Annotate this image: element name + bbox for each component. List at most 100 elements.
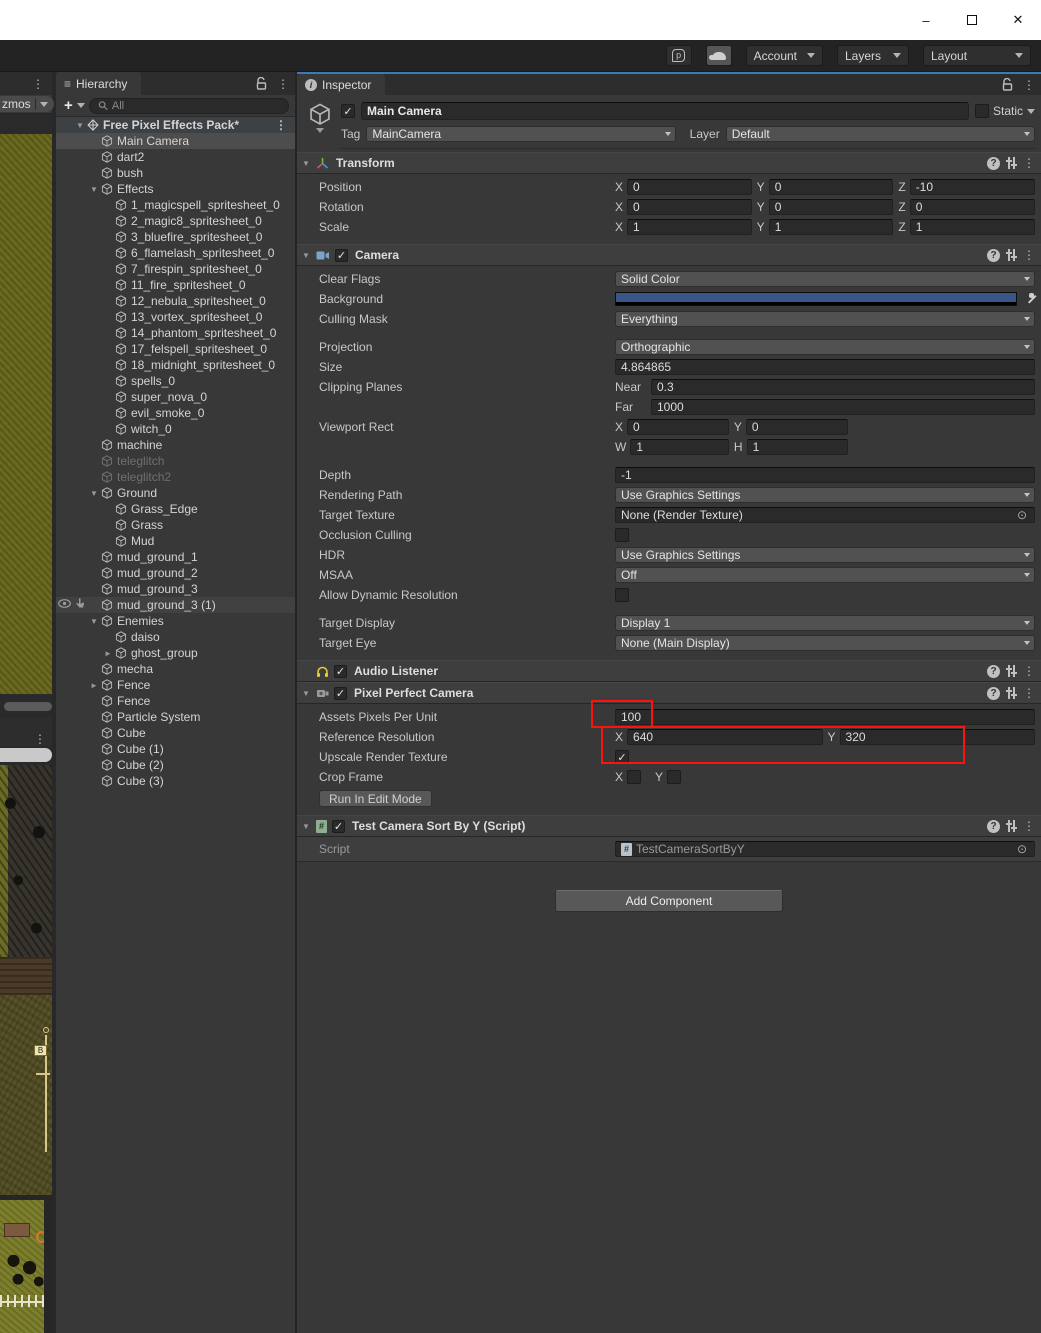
hierarchy-item[interactable]: dart2 xyxy=(56,149,295,165)
hdr-dropdown[interactable]: Use Graphics Settings xyxy=(615,547,1035,563)
hierarchy-item[interactable]: mud_ground_3 xyxy=(56,581,295,597)
hierarchy-item[interactable]: 11_fire_spritesheet_0 xyxy=(56,277,295,293)
scale-x-field[interactable]: 1 xyxy=(627,219,752,235)
rotation-x-field[interactable]: 0 xyxy=(627,199,752,215)
component-enabled-checkbox[interactable]: ✓ xyxy=(334,665,347,678)
hierarchy-item[interactable]: ▼Enemies xyxy=(56,613,295,629)
hierarchy-item[interactable]: 17_felspell_spritesheet_0 xyxy=(56,341,295,357)
hierarchy-item[interactable]: 13_vortex_spritesheet_0 xyxy=(56,309,295,325)
foldout-icon[interactable]: ► xyxy=(88,681,100,690)
msaa-dropdown[interactable]: Off xyxy=(615,567,1035,583)
kebab-menu-icon[interactable]: ⋮ xyxy=(1023,78,1035,92)
far-clip-field[interactable]: 1000 xyxy=(651,399,1035,415)
chevron-down-icon[interactable] xyxy=(77,103,85,108)
occlusion-checkbox[interactable] xyxy=(615,528,629,542)
foldout-icon[interactable]: ▼ xyxy=(88,489,100,498)
kebab-menu-icon[interactable]: ⋮ xyxy=(1023,156,1035,170)
kebab-menu-icon[interactable]: ⋮ xyxy=(1023,686,1035,700)
hierarchy-item[interactable]: mud_ground_3 (1) xyxy=(56,597,295,613)
hierarchy-item[interactable]: evil_smoke_0 xyxy=(56,405,295,421)
hierarchy-item[interactable]: Cube (1) xyxy=(56,741,295,757)
component-enabled-checkbox[interactable]: ✓ xyxy=(334,687,347,700)
viewport-h-field[interactable]: 1 xyxy=(747,439,848,455)
viewport-y-field[interactable]: 0 xyxy=(746,419,848,435)
hierarchy-item[interactable]: machine xyxy=(56,437,295,453)
upscale-checkbox[interactable]: ✓ xyxy=(615,750,629,764)
scrollbar-handle[interactable] xyxy=(4,702,52,711)
hierarchy-item[interactable]: teleglitch xyxy=(56,453,295,469)
scale-z-field[interactable]: 1 xyxy=(910,219,1035,235)
hierarchy-item[interactable]: Cube (3) xyxy=(56,773,295,789)
hierarchy-item[interactable]: daiso xyxy=(56,629,295,645)
hierarchy-item[interactable]: Mud xyxy=(56,533,295,549)
near-clip-field[interactable]: 0.3 xyxy=(651,379,1035,395)
account-dropdown[interactable]: Account xyxy=(746,45,823,66)
hierarchy-item[interactable]: ▼Effects xyxy=(56,181,295,197)
foldout-icon[interactable]: ▼ xyxy=(301,689,311,698)
dynamic-resolution-checkbox[interactable] xyxy=(615,588,629,602)
static-checkbox[interactable] xyxy=(975,104,989,118)
hierarchy-item[interactable]: teleglitch2 xyxy=(56,469,295,485)
script-component-header[interactable]: ▼ # ✓ Test Camera Sort By Y (Script) ? ⋮ xyxy=(297,815,1041,837)
depth-field[interactable]: -1 xyxy=(615,467,1035,483)
presets-icon[interactable] xyxy=(1005,157,1018,169)
size-field[interactable]: 4.864865 xyxy=(615,359,1035,375)
hierarchy-item[interactable]: Fence xyxy=(56,693,295,709)
gameobject-cube-icon[interactable] xyxy=(307,102,333,128)
camera-header[interactable]: ▼ ✓ Camera ? ⋮ xyxy=(297,244,1041,266)
hierarchy-item[interactable]: Grass_Edge xyxy=(56,501,295,517)
tab-inspector[interactable]: i Inspector xyxy=(297,74,385,95)
run-in-edit-mode-button[interactable]: Run In Edit Mode xyxy=(319,790,432,807)
gameobject-name-field[interactable]: Main Camera xyxy=(361,102,969,120)
eye-icon[interactable] xyxy=(58,599,71,608)
hierarchy-scene-header[interactable]: ▼Free Pixel Effects Pack*⋮ xyxy=(56,117,295,133)
culling-mask-dropdown[interactable]: Everything xyxy=(615,311,1035,327)
help-icon[interactable]: ? xyxy=(987,687,1000,700)
rendering-path-dropdown[interactable]: Use Graphics Settings xyxy=(615,487,1035,503)
kebab-menu-icon[interactable]: ⋮ xyxy=(1023,248,1035,262)
hierarchy-item[interactable]: 6_flamelash_spritesheet_0 xyxy=(56,245,295,261)
hierarchy-item[interactable]: 1_magicspell_spritesheet_0 xyxy=(56,197,295,213)
hierarchy-item[interactable]: mecha xyxy=(56,661,295,677)
projection-dropdown[interactable]: Orthographic xyxy=(615,339,1035,355)
foldout-icon[interactable]: ▼ xyxy=(74,121,86,130)
audio-listener-header[interactable]: ✓ Audio Listener ? ⋮ xyxy=(297,660,1041,682)
kebab-menu-icon[interactable]: ⋮ xyxy=(275,118,287,132)
close-button[interactable]: ✕ xyxy=(995,5,1041,35)
background-color-swatch[interactable] xyxy=(615,292,1017,306)
eyedropper-icon[interactable] xyxy=(1021,292,1035,306)
script-object-field[interactable]: # TestCameraSortByY ⊙ xyxy=(615,841,1035,857)
viewport-w-field[interactable]: 1 xyxy=(630,439,729,455)
hierarchy-item[interactable]: 12_nebula_spritesheet_0 xyxy=(56,293,295,309)
kebab-menu-icon[interactable]: ⋮ xyxy=(277,77,289,91)
kebab-menu-icon[interactable]: ⋮ xyxy=(32,77,44,91)
hierarchy-item[interactable]: Main Camera xyxy=(56,133,295,149)
hierarchy-item[interactable]: 14_phantom_spritesheet_0 xyxy=(56,325,295,341)
target-display-dropdown[interactable]: Display 1 xyxy=(615,615,1035,631)
viewport-x-field[interactable]: 0 xyxy=(627,419,729,435)
help-icon[interactable]: ? xyxy=(987,820,1000,833)
cloud-button[interactable] xyxy=(706,45,732,66)
component-enabled-checkbox[interactable]: ✓ xyxy=(332,820,345,833)
presets-icon[interactable] xyxy=(1005,665,1018,677)
foldout-icon[interactable]: ▼ xyxy=(88,185,100,194)
crop-y-checkbox[interactable] xyxy=(667,770,681,784)
object-picker-icon[interactable]: ⊙ xyxy=(1015,508,1029,522)
presets-icon[interactable] xyxy=(1005,687,1018,699)
presets-icon[interactable] xyxy=(1005,249,1018,261)
presets-icon[interactable] xyxy=(1005,820,1018,832)
object-picker-icon[interactable]: ⊙ xyxy=(1015,842,1029,856)
hierarchy-item[interactable]: super_nova_0 xyxy=(56,389,295,405)
hierarchy-item[interactable]: witch_0 xyxy=(56,421,295,437)
hierarchy-item[interactable]: ►Fence xyxy=(56,677,295,693)
reference-resolution-x-field[interactable]: 640 xyxy=(627,729,822,745)
target-texture-field[interactable]: None (Render Texture)⊙ xyxy=(615,507,1035,523)
hierarchy-item[interactable]: 7_firespin_spritesheet_0 xyxy=(56,261,295,277)
hierarchy-item[interactable]: Cube (2) xyxy=(56,757,295,773)
clear-flags-dropdown[interactable]: Solid Color xyxy=(615,271,1035,287)
hierarchy-item[interactable]: mud_ground_2 xyxy=(56,565,295,581)
kebab-menu-icon[interactable]: ⋮ xyxy=(1023,664,1035,678)
rotation-z-field[interactable]: 0 xyxy=(910,199,1035,215)
rotation-y-field[interactable]: 0 xyxy=(769,199,894,215)
gizmos-dropdown[interactable]: zmos xyxy=(0,96,54,112)
